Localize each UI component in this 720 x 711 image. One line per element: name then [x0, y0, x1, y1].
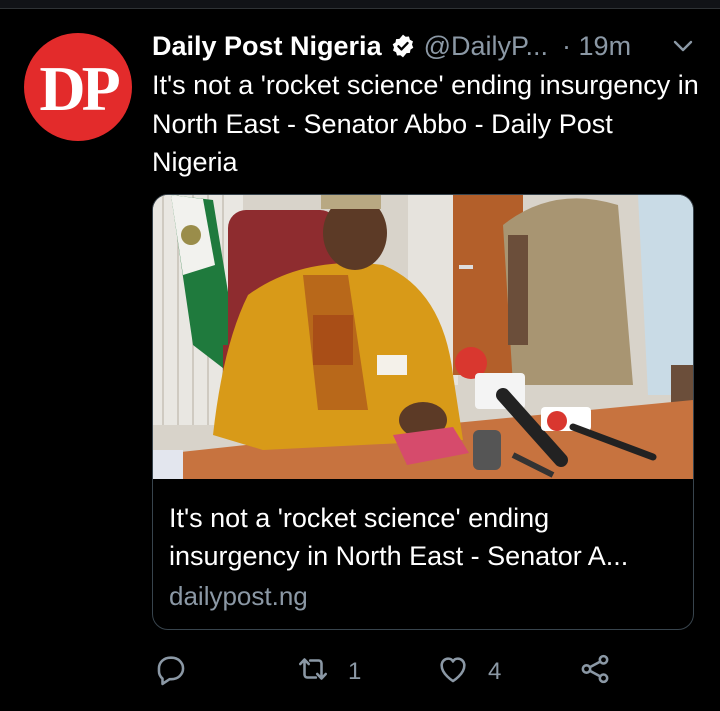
like-icon — [436, 652, 470, 693]
avatar-logo-text: DP — [39, 53, 120, 124]
retweet-icon — [296, 652, 330, 693]
tweet-actions: 1 4 — [152, 650, 712, 694]
card-image — [153, 195, 693, 479]
like-button[interactable]: 4 — [436, 650, 501, 694]
card-title: It's not a 'rocket science' ending insur… — [169, 503, 629, 571]
avatar[interactable]: DP — [24, 33, 132, 141]
author-handle[interactable]: @DailyP... — [424, 31, 548, 62]
tweet-timestamp[interactable]: · 19m — [562, 31, 631, 62]
reply-button[interactable] — [154, 650, 206, 694]
card-domain: dailypost.ng — [169, 581, 308, 611]
tweet-text: It's not a 'rocket science' ending insur… — [152, 70, 699, 177]
retweet-button[interactable]: 1 — [296, 650, 361, 694]
reply-icon — [154, 652, 188, 693]
tweet-header: Daily Post Nigeria @DailyP... · 19m — [152, 28, 697, 64]
timeline-divider — [0, 0, 720, 9]
chevron-down-icon[interactable] — [669, 32, 697, 60]
link-card[interactable]: It's not a 'rocket science' ending insur… — [152, 194, 694, 630]
verified-badge-icon — [390, 33, 416, 59]
share-button[interactable] — [578, 650, 612, 694]
share-icon — [578, 652, 612, 693]
like-count: 4 — [488, 658, 502, 685]
author-name[interactable]: Daily Post Nigeria — [152, 31, 382, 62]
retweet-count: 1 — [348, 658, 362, 685]
